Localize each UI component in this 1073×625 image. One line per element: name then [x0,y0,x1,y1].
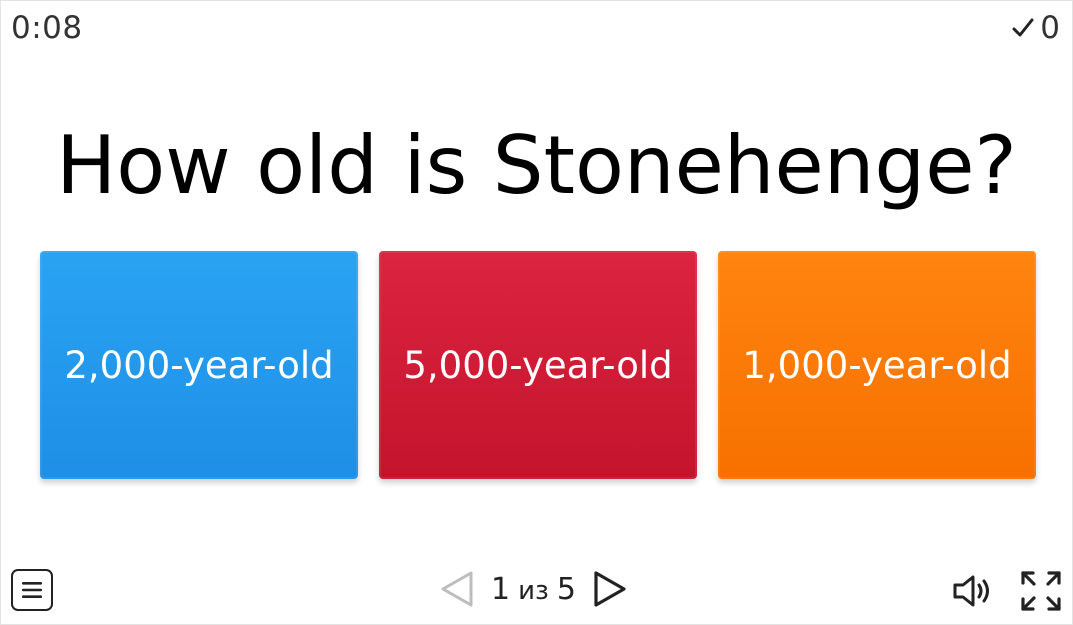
current-page: 1 [491,571,511,607]
answer-option-2[interactable]: 5,000-year-old [379,251,697,479]
total-pages: 5 [556,571,576,607]
triangle-right-icon[interactable] [590,569,630,609]
menu-button[interactable] [11,569,53,611]
pagination: 1 из 5 [437,569,630,609]
answer-label: 1,000-year-old [742,343,1012,387]
triangle-left-icon[interactable] [437,569,477,609]
page-of-label: из [518,575,549,606]
check-icon [1012,18,1034,37]
score: 0 [1012,10,1060,46]
answer-label: 5,000-year-old [403,343,673,387]
page-indicator: 1 из 5 [491,572,576,607]
fullscreen-icon[interactable] [1019,569,1063,613]
answer-label: 2,000-year-old [64,343,334,387]
score-value: 0 [1040,10,1060,46]
timer: 0:08 [11,10,83,46]
answer-options: 2,000-year-old 5,000-year-old 1,000-year… [40,251,1036,479]
answer-option-3[interactable]: 1,000-year-old [718,251,1036,479]
speaker-icon[interactable] [951,571,995,611]
game-frame: 0:08 0 How old is Stonehenge? 2,000-year… [0,0,1073,625]
answer-option-1[interactable]: 2,000-year-old [40,251,358,479]
menu-icon [22,582,42,598]
question-text: How old is Stonehenge? [56,119,1017,212]
